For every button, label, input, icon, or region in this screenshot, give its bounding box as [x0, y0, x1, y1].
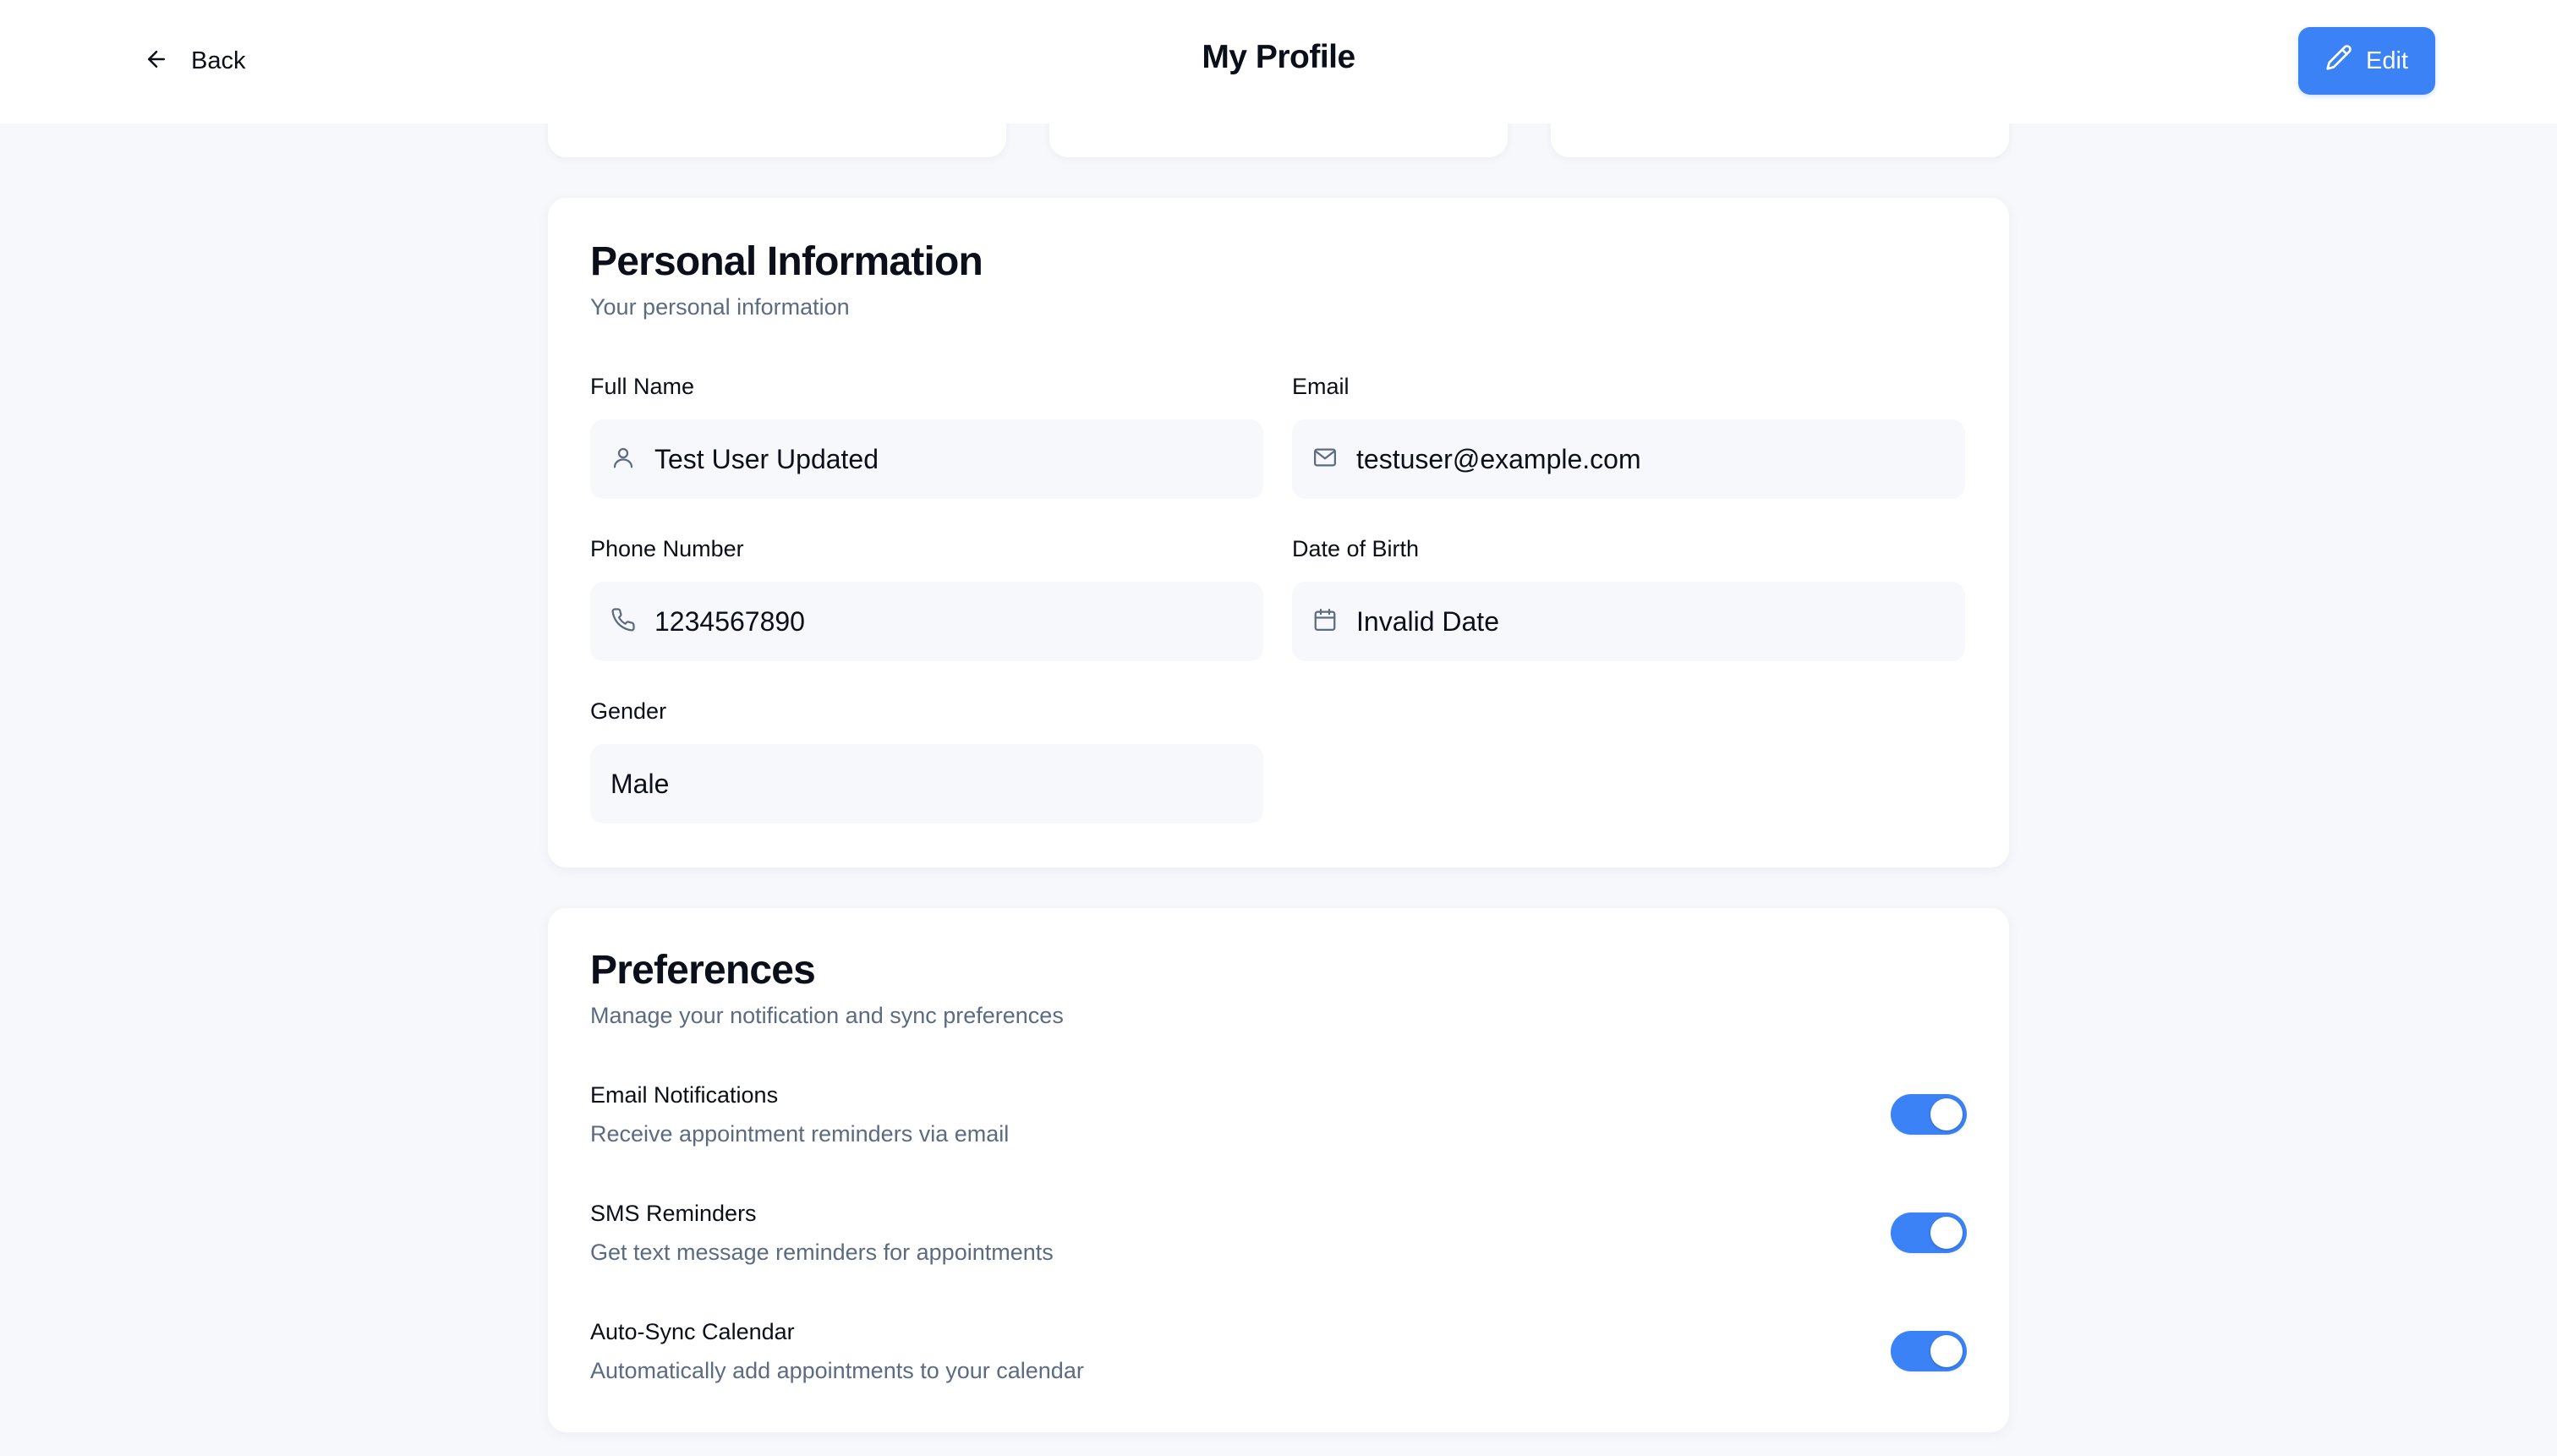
- phone-icon: [611, 607, 636, 637]
- phone-value: 1234567890: [654, 605, 805, 637]
- preferences-card: Preferences Manage your notification and…: [548, 908, 2009, 1432]
- auto-sync-calendar-title: Auto-Sync Calendar: [590, 1319, 795, 1344]
- full-name-value: Test User Updated: [654, 443, 879, 474]
- dob-value: Invalid Date: [1356, 605, 1499, 637]
- mail-icon: [1312, 445, 1338, 474]
- user-icon: [611, 445, 636, 474]
- page-title: My Profile: [1202, 39, 1355, 75]
- email-notifications-title: Email Notifications: [590, 1082, 779, 1108]
- full-name-label: Full Name: [590, 374, 695, 399]
- email-field: testuser@example.com: [1292, 419, 1965, 499]
- profile-page: Back My Profile Edit Personal Informatio…: [0, 0, 2557, 1456]
- phone-field: 1234567890: [590, 582, 1263, 661]
- gender-value: Male: [611, 768, 670, 799]
- pencil-icon: [2325, 44, 2352, 78]
- gender-label: Gender: [590, 698, 667, 724]
- preferences-title: Preferences: [590, 948, 816, 993]
- top-header: Back My Profile Edit: [0, 0, 2557, 123]
- personal-info-title: Personal Information: [590, 239, 983, 284]
- email-label: Email: [1292, 374, 1350, 399]
- edit-label: Edit: [2366, 47, 2408, 74]
- personal-info-subtitle: Your personal information: [590, 294, 850, 320]
- sms-reminders-description: Get text message reminders for appointme…: [590, 1240, 1054, 1265]
- auto-sync-calendar-description: Automatically add appointments to your c…: [590, 1358, 1084, 1383]
- calendar-icon: [1312, 607, 1338, 637]
- edit-button[interactable]: Edit: [2298, 27, 2435, 95]
- email-value: testuser@example.com: [1356, 443, 1641, 474]
- auto-sync-calendar-toggle[interactable]: [1891, 1331, 1967, 1371]
- sms-reminders-toggle[interactable]: [1891, 1212, 1967, 1253]
- gender-field: Male: [590, 744, 1263, 824]
- email-notifications-toggle[interactable]: [1891, 1094, 1967, 1135]
- full-name-field: Test User Updated: [590, 419, 1263, 499]
- phone-label: Phone Number: [590, 536, 744, 561]
- preferences-subtitle: Manage your notification and sync prefer…: [590, 1003, 1064, 1028]
- dob-field: Invalid Date: [1292, 582, 1965, 661]
- dob-label: Date of Birth: [1292, 536, 1420, 561]
- personal-information-card: Personal Information Your personal infor…: [548, 198, 2009, 868]
- sms-reminders-title: SMS Reminders: [590, 1201, 757, 1226]
- email-notifications-description: Receive appointment reminders via email: [590, 1121, 1010, 1147]
